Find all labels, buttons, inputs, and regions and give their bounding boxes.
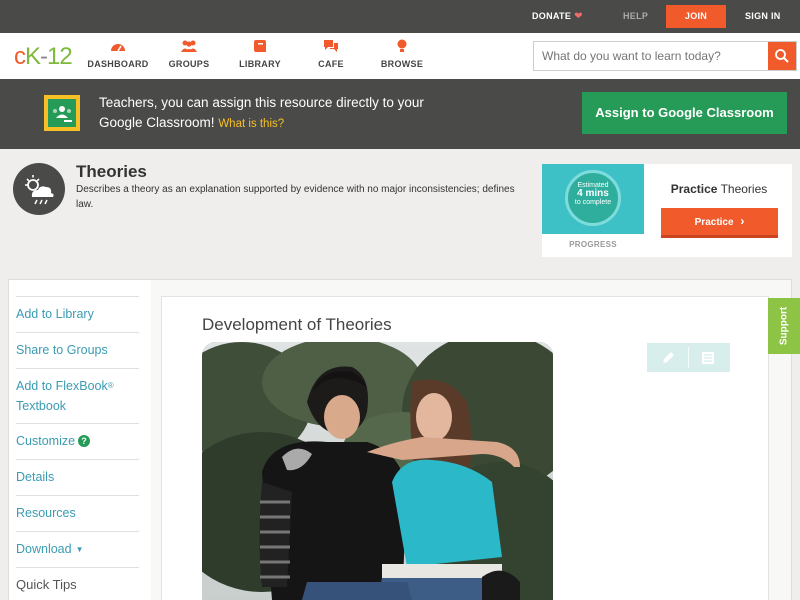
- help-link[interactable]: HELP: [623, 0, 648, 33]
- caret-down-icon: ▼: [75, 545, 84, 554]
- google-classroom-icon: [44, 95, 80, 131]
- weather-icon: [13, 163, 65, 215]
- nav-groups[interactable]: GROUPS: [154, 39, 224, 69]
- notes-icon[interactable]: [699, 349, 717, 367]
- lesson-photo: [202, 342, 553, 600]
- cafe-icon: [324, 40, 338, 52]
- utility-bar: DONATE ❤ HELP JOIN SIGN IN: [0, 0, 800, 33]
- left-sidebar: Add to Library Share to Groups Add to Fl…: [9, 280, 151, 600]
- main-nav: cK-12 DASHBOARD GROUPS LIBRARY CAFE BROW…: [0, 33, 800, 79]
- search-input[interactable]: [534, 42, 770, 70]
- search-box: [533, 41, 797, 71]
- practice-card: Estimated 4 mins to complete PROGRESS Pr…: [542, 164, 792, 257]
- search-icon: [775, 49, 789, 63]
- lesson-title: Development of Theories: [202, 315, 392, 334]
- groups-icon: [181, 40, 197, 52]
- share-to-groups-link[interactable]: Share to Groups: [16, 332, 139, 368]
- nav-dashboard[interactable]: DASHBOARD: [83, 39, 153, 69]
- heart-icon: ❤: [574, 11, 583, 22]
- add-to-library-link[interactable]: Add to Library: [16, 296, 139, 332]
- donate-link[interactable]: DONATE ❤: [532, 0, 583, 33]
- join-button[interactable]: JOIN: [666, 5, 726, 28]
- what-is-this-link[interactable]: What is this?: [218, 118, 284, 130]
- chevron-right-icon: ›: [740, 214, 745, 228]
- browse-icon: [397, 39, 407, 52]
- nav-cafe[interactable]: CAFE: [296, 39, 366, 69]
- nav-library[interactable]: LIBRARY: [225, 39, 295, 69]
- help-icon[interactable]: ?: [78, 435, 91, 447]
- details-link[interactable]: Details: [16, 459, 139, 495]
- customize-link[interactable]: Customize?: [16, 423, 139, 459]
- assign-google-classroom-button[interactable]: Assign to Google Classroom: [582, 92, 787, 134]
- progress-label: PROGRESS: [569, 240, 617, 249]
- concept-title: Theories: [76, 162, 147, 181]
- dashboard-icon: [111, 44, 125, 52]
- library-icon: [254, 40, 266, 52]
- search-button[interactable]: [768, 42, 796, 70]
- pencil-icon[interactable]: [659, 349, 677, 367]
- banner-message: Teachers, you can assign this resource d…: [99, 95, 424, 130]
- sign-in-link[interactable]: SIGN IN: [745, 0, 781, 33]
- practice-thumbnail[interactable]: Estimated 4 mins to complete: [542, 164, 644, 234]
- concept-description: Describes a theory as an explanation sup…: [76, 184, 515, 210]
- download-link[interactable]: Download ▼: [16, 531, 139, 567]
- practice-button[interactable]: Practice ›: [661, 208, 778, 238]
- nav-browse[interactable]: BROWSE: [367, 39, 437, 69]
- resources-link[interactable]: Resources: [16, 495, 139, 531]
- ck12-logo[interactable]: cK-12: [14, 43, 73, 71]
- estimate-badge: Estimated 4 mins to complete: [565, 170, 621, 226]
- support-tab[interactable]: Support: [768, 298, 800, 354]
- practice-title: Practice Theories: [670, 182, 768, 196]
- quick-tips-heading: Quick Tips: [16, 567, 139, 600]
- google-classroom-banner: Teachers, you can assign this resource d…: [0, 79, 800, 149]
- add-to-flexbook-link[interactable]: Add to FlexBook® Textbook: [16, 368, 139, 423]
- annotation-tools: [647, 343, 730, 372]
